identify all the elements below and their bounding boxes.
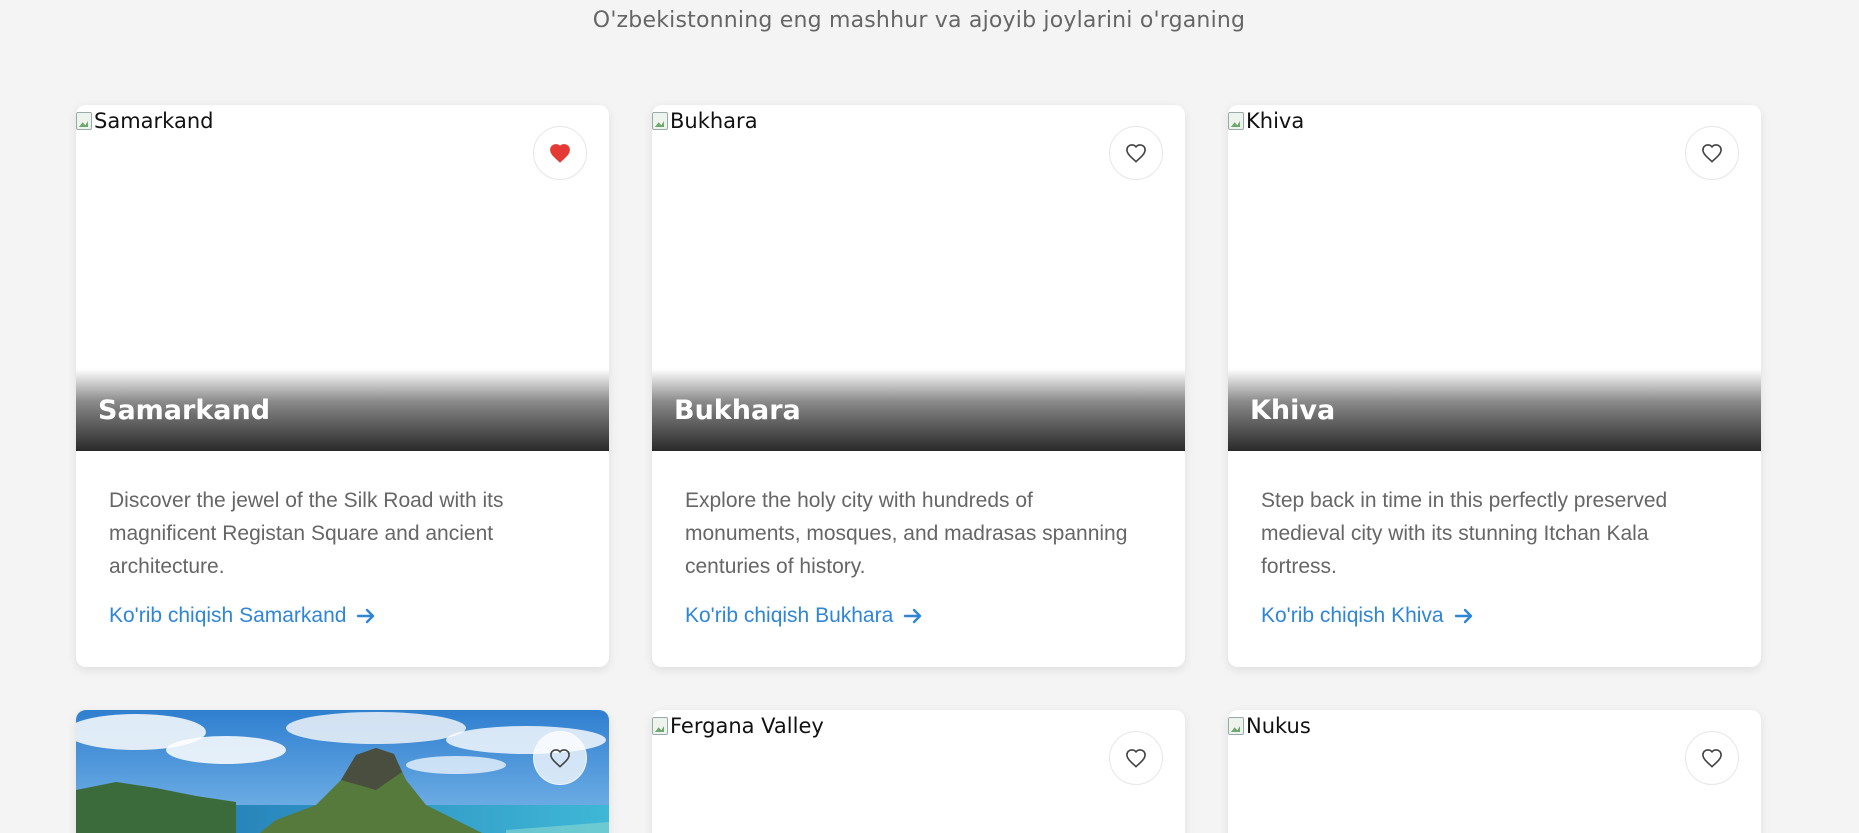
- favorite-button[interactable]: [1685, 731, 1739, 785]
- card-description: Step back in time in this perfectly pres…: [1261, 489, 1668, 578]
- broken-image-icon: [76, 112, 92, 130]
- heart-icon: [1126, 749, 1146, 768]
- favorite-button[interactable]: [1109, 126, 1163, 180]
- broken-image-icon: [1228, 112, 1244, 130]
- broken-image-icon: [652, 717, 668, 735]
- page-subtitle: O'zbekistonning eng mashhur va ajoyib jo…: [592, 8, 1246, 33]
- card-title: Bukhara: [674, 395, 801, 426]
- arrow-right-icon: [1454, 608, 1472, 624]
- destination-card-fergana-valley: Fergana Valley: [652, 710, 1185, 833]
- view-khiva-link[interactable]: Ko'rib chiqish Khiva: [1261, 604, 1474, 628]
- broken-image-icon: [652, 112, 668, 130]
- broken-image-icon: [1228, 717, 1244, 735]
- favorite-button[interactable]: [533, 731, 587, 785]
- arrow-right-icon: [904, 608, 922, 624]
- favorite-button[interactable]: [1109, 731, 1163, 785]
- card-image: Samarkand Samarkand: [76, 105, 609, 451]
- destination-card-khiva: Khiva Khiva Step back in time in this pe…: [1228, 105, 1761, 667]
- card-title: Khiva: [1250, 395, 1336, 426]
- destination-card-samarkand: Samarkand Samarkand Discover the jewel o…: [76, 105, 609, 667]
- view-bukhara-link[interactable]: Ko'rib chiqish Bukhara: [685, 604, 923, 628]
- destinations-grid: Samarkand Samarkand Discover the jewel o…: [76, 105, 1761, 833]
- card-title: Samarkand: [98, 395, 271, 426]
- card-image: [76, 710, 609, 833]
- heart-icon: [1702, 749, 1722, 768]
- card-image: Bukhara Bukhara: [652, 105, 1185, 451]
- card-image: Khiva Khiva: [1228, 105, 1761, 451]
- destination-card-nukus: Nukus: [1228, 710, 1761, 833]
- heart-icon: [550, 749, 570, 768]
- arrow-right-icon: [357, 608, 375, 624]
- image-alt-text: Fergana Valley: [652, 714, 824, 738]
- card-description: Explore the holy city with hundreds of m…: [685, 489, 1128, 578]
- image-alt-text: Nukus: [1228, 714, 1311, 738]
- destination-card-bukhara: Bukhara Bukhara Explore the holy city wi…: [652, 105, 1185, 667]
- destination-card-landscape: [76, 710, 609, 833]
- favorite-button[interactable]: [1685, 126, 1739, 180]
- card-description: Discover the jewel of the Silk Road with…: [109, 489, 504, 578]
- favorite-button[interactable]: [533, 126, 587, 180]
- image-alt-text: Bukhara: [652, 109, 758, 133]
- image-alt-text: Khiva: [1228, 109, 1304, 133]
- image-alt-text: Samarkand: [76, 109, 213, 133]
- heart-icon: [1702, 144, 1722, 163]
- page: O'zbekistonning eng mashhur va ajoyib jo…: [0, 0, 1859, 833]
- heart-icon: [550, 144, 570, 163]
- heart-icon: [1126, 144, 1146, 163]
- view-samarkand-link[interactable]: Ko'rib chiqish Samarkand: [109, 604, 376, 628]
